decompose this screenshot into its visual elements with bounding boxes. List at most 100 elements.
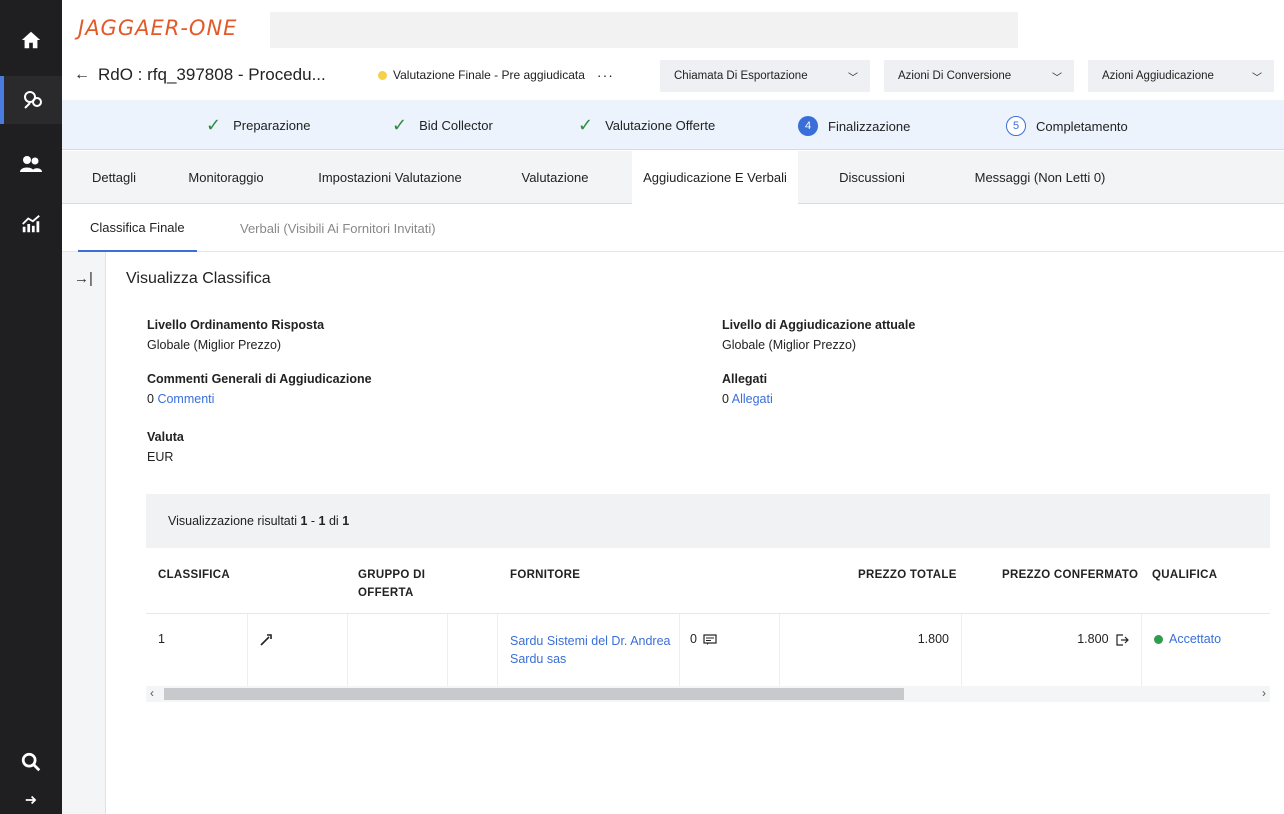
step-label: Bid Collector: [419, 117, 493, 133]
sub-tabs: Classifica Finale Verbali (Visibili Ai F…: [62, 204, 1284, 252]
field-value: Globale (Miglior Prezzo): [147, 338, 282, 352]
scrollbar-thumb[interactable]: [164, 688, 904, 700]
sourcing-button[interactable]: [0, 76, 62, 124]
check-icon: ✓: [578, 115, 594, 135]
home-icon: [21, 31, 41, 49]
expand-sidebar-button[interactable]: [0, 786, 62, 814]
attachments-field: Allegati 0 Allegati: [722, 372, 773, 406]
step-label: Valutazione Offerte: [605, 117, 716, 133]
step-completamento[interactable]: 5 Completamento: [1006, 116, 1128, 136]
total-price-cell: 1.800: [780, 614, 962, 686]
field-value: 0 Allegati: [722, 392, 773, 406]
step-number: 4: [798, 116, 818, 136]
check-icon: ✓: [392, 115, 408, 135]
field-label: Valuta: [147, 430, 184, 444]
scroll-right-icon[interactable]: ›: [1262, 686, 1266, 700]
messages-cell[interactable]: 0: [680, 614, 780, 686]
tab-dettagli[interactable]: Dettagli: [74, 151, 154, 204]
main-tabs: Dettagli Monitoraggio Impostazioni Valut…: [62, 151, 1284, 204]
supplier-link[interactable]: Sardu Sistemi del Dr. Andrea Sardu sas: [510, 634, 671, 666]
column-prezzo-confermato[interactable]: PREZZO CONFERMATO: [1002, 566, 1138, 584]
chevron-down-icon: ﹀: [1252, 72, 1262, 84]
subtab-verbali[interactable]: Verbali (Visibili Ai Fornitori Invitati): [240, 204, 436, 252]
column-qualifica[interactable]: QUALIFICA: [1152, 566, 1217, 584]
field-label: Livello Ordinamento Risposta: [147, 318, 325, 332]
results-info: Visualizzazione risultati 1 - 1 di 1: [168, 514, 349, 528]
horizontal-scrollbar[interactable]: ‹ ›: [146, 686, 1270, 702]
page-title: RdO : rfq_397808 - Procedu...: [98, 65, 326, 84]
field-value: 0 Commenti: [147, 392, 372, 406]
analytics-icon: [22, 215, 40, 233]
step-valutazione-offerte[interactable]: ✓ Valutazione Offerte: [578, 116, 715, 134]
status-dot: [378, 70, 387, 80]
results-total: 1: [342, 514, 350, 528]
expand-panel-icon[interactable]: →|: [74, 270, 93, 287]
users-icon: [20, 156, 42, 172]
search-button[interactable]: [0, 738, 62, 786]
tab-valutazione[interactable]: Valutazione: [502, 151, 608, 204]
step-bid-collector[interactable]: ✓ Bid Collector: [392, 116, 493, 134]
tab-monitoraggio[interactable]: Monitoraggio: [170, 151, 282, 204]
step-finalizzazione[interactable]: 4 Finalizzazione: [798, 116, 910, 136]
step-preparazione[interactable]: ✓ Preparazione: [206, 116, 310, 134]
qualification-link[interactable]: Accettato: [1169, 632, 1221, 646]
column-classifica[interactable]: CLASSIFICA: [158, 566, 230, 584]
award-actions-dropdown[interactable]: Azioni Aggiudicazione ﹀: [1088, 60, 1274, 92]
search-icon: [21, 752, 41, 772]
table-row: 1 Sardu Sistemi del Dr. Andrea Sardu sas…: [146, 614, 1270, 686]
home-button[interactable]: [0, 16, 62, 64]
dropdown-label: Chiamata Di Esportazione: [674, 70, 808, 82]
check-icon: ✓: [206, 115, 222, 135]
field-value: EUR: [147, 450, 174, 464]
step-label: Completamento: [1036, 118, 1128, 134]
subtab-classifica-finale[interactable]: Classifica Finale: [78, 204, 197, 252]
award-cell: [248, 614, 348, 686]
field-value: Globale (Miglior Prezzo): [722, 338, 857, 352]
step-label: Finalizzazione: [828, 118, 911, 134]
dropdown-label: Azioni Di Conversione: [898, 70, 1012, 82]
section-title: Visualizza Classifica: [126, 270, 271, 287]
results-prefix: Visualizzazione risultati: [168, 514, 297, 528]
back-arrow-icon[interactable]: ←: [74, 66, 90, 84]
message-icon: [703, 634, 718, 645]
status-dot: [1154, 635, 1163, 645]
more-actions-button[interactable]: ···: [597, 67, 614, 83]
step-number: 5: [1006, 116, 1026, 136]
back-title[interactable]: ← RdO : rfq_397808 - Procedu...: [74, 62, 326, 88]
comments-link[interactable]: Commenti: [157, 392, 214, 406]
dropdown-label: Azioni Aggiudicazione: [1102, 70, 1214, 82]
header-banner: [270, 12, 1018, 48]
attachments-link[interactable]: Allegati: [732, 392, 773, 406]
brand-logo: JAGGAER-ONE: [78, 16, 238, 40]
chevron-down-icon: ﹀: [848, 72, 858, 84]
tab-messaggi[interactable]: Messaggi (Non Letti 0): [952, 151, 1128, 204]
comments-field: Commenti Generali di Aggiudicazione 0 Co…: [147, 372, 372, 406]
tab-impostazioni-valutazione[interactable]: Impostazioni Valutazione: [302, 151, 478, 204]
users-button[interactable]: [0, 140, 62, 188]
tab-aggiudicazione-e-verbali[interactable]: Aggiudicazione E Verbali: [632, 151, 798, 204]
tab-discussioni[interactable]: Discussioni: [818, 151, 926, 204]
column-gruppo-di-offerta[interactable]: GRUPPO DI OFFERTA: [358, 566, 468, 602]
scroll-left-icon[interactable]: ‹: [150, 686, 154, 700]
gavel-icon[interactable]: [258, 632, 274, 648]
export-icon[interactable]: [1115, 633, 1129, 647]
ranking-table: Visualizzazione risultati 1 - 1 di 1 CLA…: [146, 494, 1270, 708]
messages-count: 0: [690, 632, 697, 646]
logo-bar: JAGGAER-ONE: [62, 0, 1284, 52]
ordering-level-field: Livello Ordinamento Risposta Globale (Mi…: [147, 318, 324, 352]
export-call-dropdown[interactable]: Chiamata Di Esportazione ﹀: [660, 60, 870, 92]
analytics-button[interactable]: [0, 200, 62, 248]
chevron-down-icon: ﹀: [1052, 72, 1062, 84]
status-text: Valutazione Finale - Pre aggiudicata: [393, 68, 585, 82]
confirmed-price-cell: 1.800: [962, 614, 1142, 686]
field-label: Commenti Generali di Aggiudicazione: [147, 372, 372, 386]
table-header-bar: Visualizzazione risultati 1 - 1 di 1: [146, 494, 1270, 548]
qualification-cell: Accettato: [1142, 614, 1270, 686]
conversion-actions-dropdown[interactable]: Azioni Di Conversione ﹀: [884, 60, 1074, 92]
attachments-count: 0: [722, 392, 729, 406]
results-range-separator: -: [307, 514, 319, 528]
column-prezzo-totale[interactable]: PREZZO TOTALE: [858, 566, 957, 584]
column-fornitore[interactable]: FORNITORE: [510, 566, 580, 584]
results-of: di: [325, 514, 343, 528]
field-label: Allegati: [722, 372, 768, 386]
